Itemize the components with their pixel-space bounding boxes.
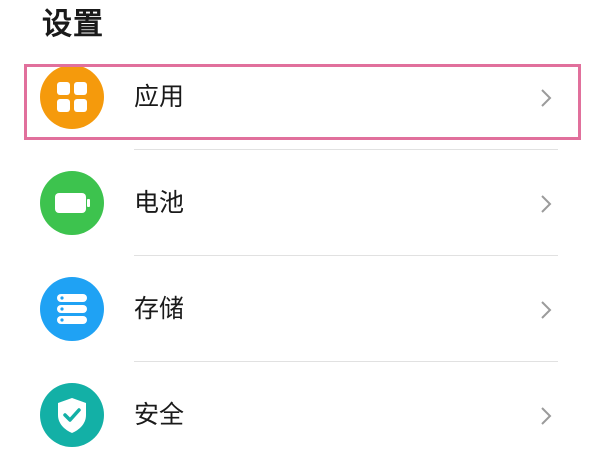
settings-list: 应用 电池 存储 安全 — [0, 44, 600, 450]
chevron-right-icon — [538, 86, 554, 110]
settings-item-label: 安全 — [134, 400, 185, 429]
settings-item-storage[interactable]: 存储 — [0, 256, 600, 362]
chevron-right-icon — [538, 192, 554, 216]
storage-icon — [40, 277, 104, 341]
settings-item-apps[interactable]: 应用 — [0, 44, 600, 150]
settings-item-label: 应用 — [134, 82, 185, 111]
settings-item-label: 电池 — [134, 188, 185, 217]
settings-item-battery[interactable]: 电池 — [0, 150, 600, 256]
chevron-right-icon — [538, 298, 554, 322]
page-title: 设置 — [42, 7, 104, 42]
settings-item-label: 存储 — [134, 294, 185, 323]
apps-grid-icon — [40, 65, 104, 129]
settings-screen: 设置 应用 电池 存储 安全 — [0, 0, 600, 450]
battery-icon — [40, 171, 104, 235]
security-shield-icon — [40, 383, 104, 447]
chevron-right-icon — [538, 404, 554, 428]
settings-item-security[interactable]: 安全 — [0, 362, 600, 450]
